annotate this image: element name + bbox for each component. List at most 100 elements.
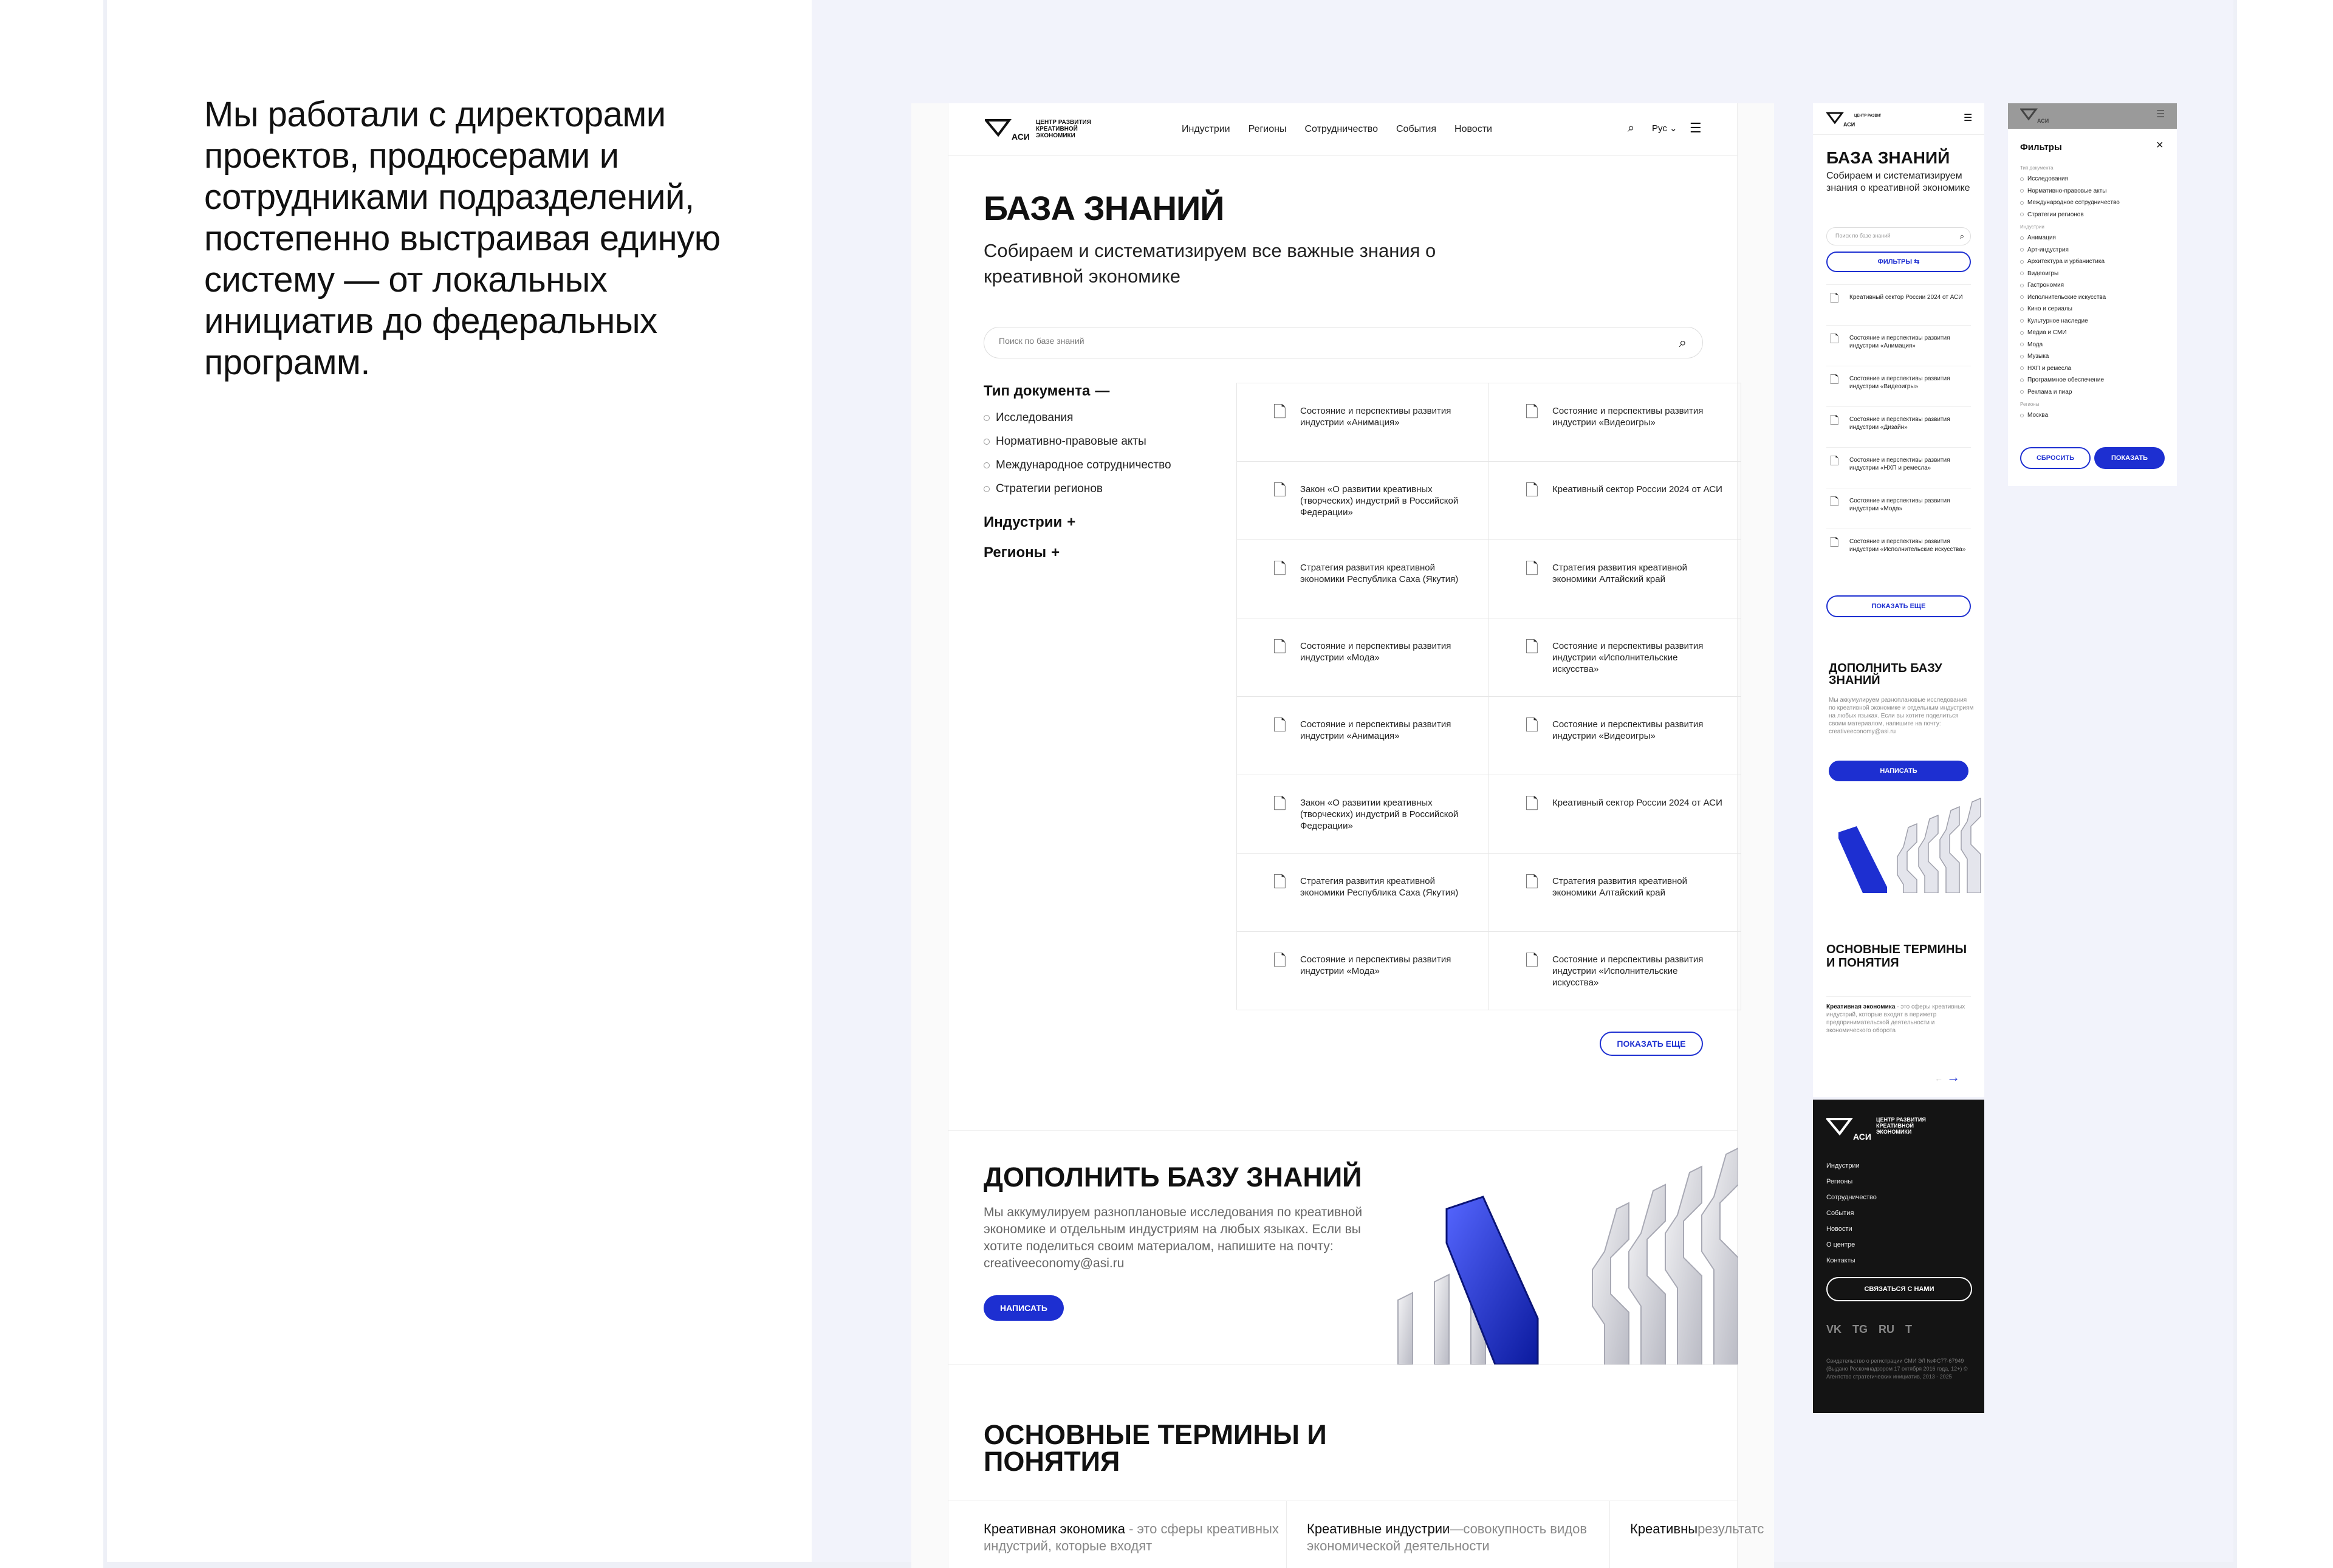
nav-item[interactable]: Регионы <box>1249 124 1287 135</box>
filter-option[interactable]: Анимация <box>2020 232 2166 244</box>
filter-option[interactable]: Исполнительские искусства <box>2020 292 2166 304</box>
filter-doc-type-toggle[interactable]: Тип документа — <box>984 383 1227 400</box>
arrow-left-icon[interactable]: ← <box>1934 1073 1943 1083</box>
nav-item[interactable]: Новости <box>1454 124 1492 135</box>
document-card[interactable]: 🗋 Состояние и перспективы развития индуст… <box>1237 697 1489 775</box>
search-input[interactable] <box>999 336 1606 346</box>
logo-mark-text: АСИ <box>1853 1132 1871 1142</box>
document-card[interactable]: 🗋 Креативный сектор России 2024 от АСИ <box>1489 462 1741 540</box>
rutube-icon[interactable]: RU <box>1879 1323 1894 1336</box>
document-card[interactable]: 🗋 Стратегия развития креативной экономики… <box>1489 854 1741 932</box>
footer-nav-item[interactable]: Регионы <box>1826 1174 1877 1190</box>
term-card[interactable]: Креативнырезультатс <box>1630 1521 1774 1538</box>
filter-option[interactable]: Программное обеспечение <box>2020 374 2166 386</box>
document-card[interactable]: 🗋 Состояние и перспективы развития индуст… <box>1237 932 1489 1010</box>
mobile-document-item[interactable]: 🗋 Состояние и перспективы развития индуст… <box>1826 366 1971 406</box>
footer-nav-item[interactable]: О центре <box>1826 1237 1877 1253</box>
document-card[interactable]: 🗋 Состояние и перспективы развития индуст… <box>1237 618 1489 697</box>
filter-option[interactable]: Реклама и пиар <box>2020 386 2166 399</box>
mobile-filters-button[interactable]: ФИЛЬТРЫ ⇆ <box>1826 252 1971 272</box>
footer-nav-item[interactable]: События <box>1826 1205 1877 1221</box>
radio-icon <box>2020 177 2024 181</box>
radio-icon <box>2020 378 2024 382</box>
filter-option[interactable]: Исследования <box>984 406 1227 430</box>
filter-option[interactable]: Исследования <box>2020 173 2166 185</box>
filter-option[interactable]: Арт-индустрия <box>2020 244 2166 256</box>
mobile-document-item[interactable]: 🗋 Состояние и перспективы развития индуст… <box>1826 325 1971 366</box>
document-card[interactable]: 🗋 Состояние и перспективы развития индуст… <box>1237 383 1489 462</box>
nav-item[interactable]: События <box>1396 124 1436 135</box>
reset-button[interactable]: СБРОСИТЬ <box>2020 447 2091 469</box>
mobile-document-item[interactable]: 🗋 Состояние и перспективы развития индуст… <box>1826 447 1971 488</box>
filter-option[interactable]: Культурное наследие <box>2020 315 2166 327</box>
mobile-document-item[interactable]: 🗋 Креативный сектор России 2024 от АСИ <box>1826 284 1971 325</box>
search-icon[interactable]: ⌕ <box>1679 335 1687 351</box>
logo[interactable]: АСИ ЦЕНТР РАЗВИТИЯ КРЕАТИВНОЙ ЭКОНОМИКИ <box>985 117 1119 143</box>
mobile-document-item[interactable]: 🗋 Состояние и перспективы развития индуст… <box>1826 406 1971 447</box>
filter-option[interactable]: Москва <box>2020 409 2166 422</box>
page-title: БАЗА ЗНАНИЙ <box>984 189 1225 227</box>
mobile-show-more-button[interactable]: ПОКАЗАТЬ ЕЩЕ <box>1826 595 1971 617</box>
document-card[interactable]: 🗋 Состояние и перспективы развития индуст… <box>1489 932 1741 1010</box>
document-card[interactable]: 🗋 Стратегия развития креативной экономики… <box>1489 540 1741 618</box>
footer-nav-item[interactable]: Контакты <box>1826 1253 1877 1268</box>
footer-nav-item[interactable]: Индустрии <box>1826 1158 1877 1174</box>
contact-us-button[interactable]: СВЯЗАТЬСЯ С НАМИ <box>1826 1277 1972 1301</box>
filter-option[interactable]: Музыка <box>2020 351 2166 363</box>
document-icon: 🗋 <box>1273 951 1286 970</box>
filter-industries-toggle[interactable]: Индустрии + <box>984 514 1227 531</box>
mobile-search-field[interactable]: Поиск по базе знаний ⌕ <box>1826 227 1971 245</box>
menu-icon[interactable]: ☰ <box>1964 112 1972 124</box>
menu-icon[interactable]: ☰ <box>1690 120 1702 136</box>
filter-industries-label: Индустрии <box>984 514 1063 530</box>
filter-option[interactable]: Гастрономия <box>2020 279 2166 292</box>
filter-option[interactable]: Стратегии регионов <box>2020 209 2166 221</box>
footer-nav-item[interactable]: Новости <box>1826 1221 1877 1237</box>
footer-nav-item[interactable]: Сотрудничество <box>1826 1190 1877 1205</box>
document-card[interactable]: 🗋 Состояние и перспективы развития индуст… <box>1489 697 1741 775</box>
show-button[interactable]: ПОКАЗАТЬ <box>2094 447 2165 469</box>
filter-option[interactable]: Международное сотрудничество <box>2020 197 2166 209</box>
mobile-document-item[interactable]: 🗋 Состояние и перспективы развития индуст… <box>1826 529 1971 569</box>
document-card[interactable]: 🗋 Стратегия развития креативной экономики… <box>1237 854 1489 932</box>
document-card[interactable]: 🗋 Закон «О развитии креативных (творчески… <box>1237 462 1489 540</box>
show-more-button[interactable]: ПОКАЗАТЬ ЕЩЕ <box>1600 1032 1703 1056</box>
filter-option[interactable]: Стратегии регионов <box>984 477 1227 501</box>
arrow-right-icon[interactable]: → <box>1947 1069 1960 1084</box>
close-icon[interactable]: × <box>2156 139 2163 152</box>
filter-option-label: Стратегии регионов <box>2027 211 2084 218</box>
document-card[interactable]: 🗋 Креативный сектор России 2024 от АСИ <box>1489 775 1741 854</box>
mobile-document-item[interactable]: 🗋 Состояние и перспективы развития индуст… <box>1826 488 1971 529</box>
illustration-graphic <box>1397 1147 1738 1364</box>
vk-icon[interactable]: VK <box>1826 1323 1841 1336</box>
search-icon[interactable]: ⌕ <box>1628 122 1634 135</box>
radio-icon <box>2020 283 2024 287</box>
filter-option[interactable]: Архитектура и урбанистика <box>2020 256 2166 268</box>
mobile-write-button[interactable]: НАПИСАТЬ <box>1829 761 1968 781</box>
filter-option[interactable]: Мода <box>2020 339 2166 351</box>
term-card[interactable]: Креативная экономика - это сферы креатив… <box>984 1521 1300 1555</box>
nav-item[interactable]: Индустрии <box>1182 124 1230 135</box>
document-card[interactable]: 🗋 Состояние и перспективы развития индуст… <box>1489 618 1741 697</box>
document-icon: 🗋 <box>1830 292 1839 304</box>
filter-option[interactable]: НХП и ремесла <box>2020 363 2166 375</box>
filter-option[interactable]: Кино и сериалы <box>2020 303 2166 315</box>
document-card[interactable]: 🗋 Стратегия развития креативной экономики… <box>1237 540 1489 618</box>
term-name: Креативные индустрии <box>1307 1521 1450 1536</box>
filter-option[interactable]: Международное сотрудничество <box>984 453 1227 477</box>
nav-item[interactable]: Сотрудничество <box>1304 124 1378 135</box>
write-button[interactable]: НАПИСАТЬ <box>984 1295 1064 1321</box>
term-card[interactable]: Креативные индустрии—совокупность видов … <box>1307 1521 1623 1555</box>
document-card[interactable]: 🗋 Закон «О развитии креативных (творчески… <box>1237 775 1489 854</box>
filter-regions-toggle[interactable]: Регионы + <box>984 544 1227 561</box>
telegram-icon[interactable]: TG <box>1852 1323 1868 1336</box>
filter-option[interactable]: Медиа и СМИ <box>2020 327 2166 339</box>
search-field[interactable]: ⌕ <box>984 327 1703 358</box>
filter-option[interactable]: Нормативно-правовые акты <box>2020 185 2166 197</box>
filter-option[interactable]: Видеоигры <box>2020 268 2166 280</box>
language-switch[interactable]: Рус ⌄ <box>1652 123 1677 134</box>
filter-option[interactable]: Нормативно-правовые акты <box>984 430 1227 453</box>
document-card[interactable]: 🗋 Состояние и перспективы развития индуст… <box>1489 383 1741 462</box>
search-icon[interactable]: ⌕ <box>1960 231 1964 241</box>
tenchat-icon[interactable]: T <box>1905 1323 1912 1336</box>
